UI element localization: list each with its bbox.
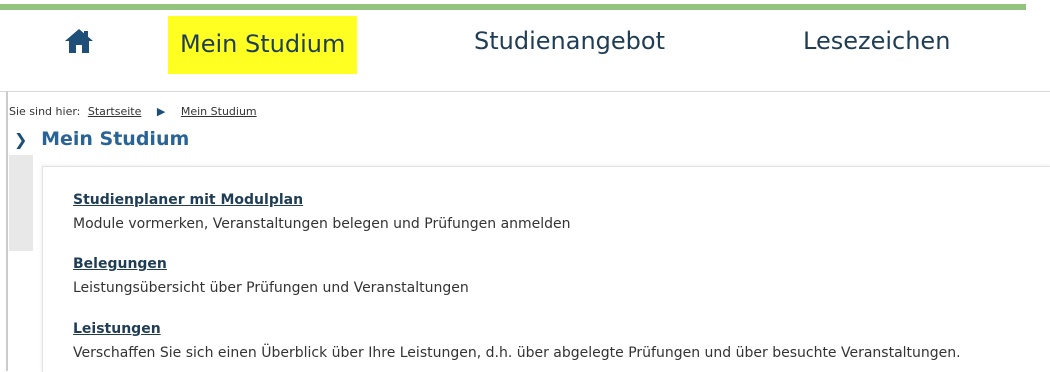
chevron-right-icon[interactable]: ❯: [14, 130, 36, 149]
studienplaner-link[interactable]: Studienplaner mit Modulplan: [73, 192, 571, 208]
collapsed-sidebar-strip[interactable]: [9, 155, 33, 251]
main-navigation: Mein Studium Studienangebot Lesezeichen: [0, 10, 1050, 74]
leistungen-link[interactable]: Leistungen: [73, 321, 961, 337]
entry-belegungen: Belegungen Leistungsübersicht über Prüfu…: [73, 256, 469, 296]
entry-studienplaner: Studienplaner mit Modulplan Module vorme…: [73, 192, 571, 232]
belegungen-description: Leistungsübersicht über Prüfungen und Ve…: [73, 280, 469, 296]
breadcrumb-prefix: Sie sind hier:: [9, 105, 81, 118]
content-frame-top-border: [0, 91, 1050, 92]
nav-mein-studium-label: Mein Studium: [180, 30, 346, 58]
entry-leistungen: Leistungen Verschaffen Sie sich einen Üb…: [73, 321, 961, 361]
studienplaner-description: Module vormerken, Veranstaltungen belege…: [73, 216, 571, 232]
leistungen-description: Verschaffen Sie sich einen Überblick übe…: [73, 345, 961, 361]
nav-studienangebot[interactable]: Studienangebot: [474, 10, 665, 72]
breadcrumb-startseite[interactable]: Startseite: [88, 105, 142, 118]
page-title: Mein Studium: [41, 128, 190, 150]
home-icon-graphic: [65, 29, 93, 53]
nav-mein-studium[interactable]: Mein Studium: [168, 16, 358, 74]
content-frame-left-border: [6, 91, 8, 371]
home-icon[interactable]: [64, 27, 94, 55]
page-title-row: ❯ Mein Studium: [14, 128, 189, 150]
breadcrumb: Sie sind hier: Startseite ▶ Mein Studium: [9, 105, 257, 118]
nav-lesezeichen[interactable]: Lesezeichen: [803, 10, 950, 72]
breadcrumb-mein-studium[interactable]: Mein Studium: [181, 105, 257, 118]
breadcrumb-chevron-icon: ▶: [156, 105, 166, 118]
belegungen-link[interactable]: Belegungen: [73, 256, 469, 272]
